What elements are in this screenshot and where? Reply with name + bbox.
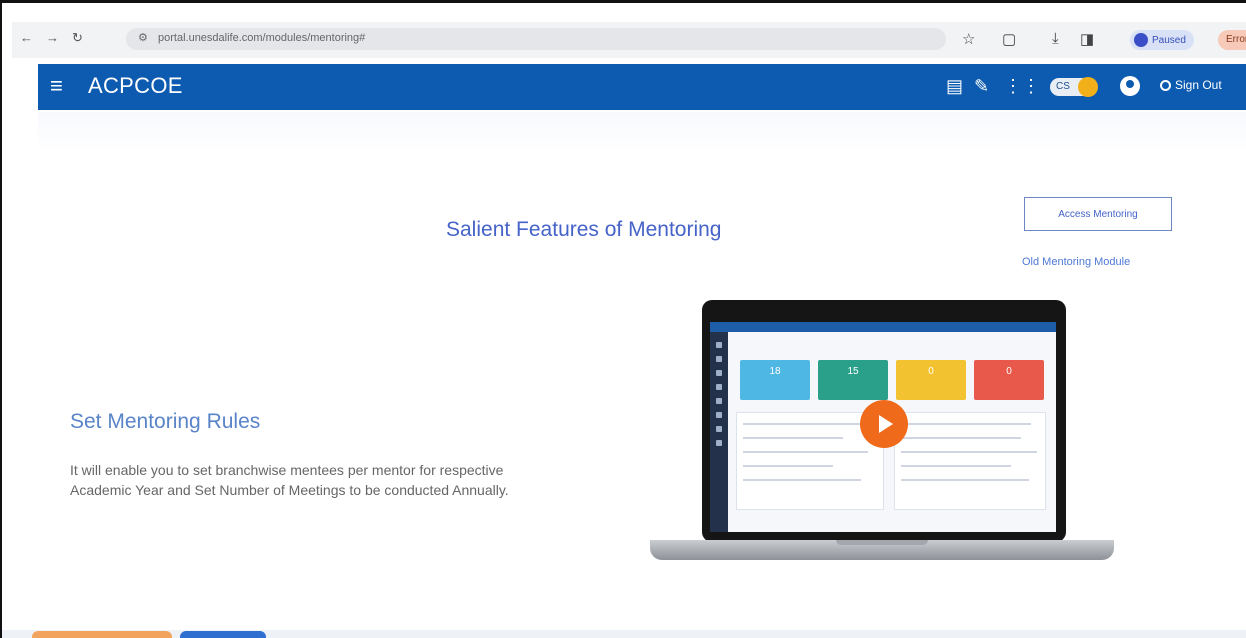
- mini-app-header: [710, 322, 1056, 332]
- bottom-tab-orange[interactable]: [32, 631, 172, 638]
- coin-icon: [1078, 77, 1098, 97]
- mini-sidebar-item: [716, 412, 722, 418]
- mini-text-line: [901, 437, 1021, 439]
- access-mentoring-button[interactable]: Access Mentoring: [1024, 197, 1172, 231]
- mini-sidebar-item: [716, 426, 722, 432]
- mini-stat-tile: 0: [896, 360, 966, 400]
- bottom-tab-blue[interactable]: [180, 631, 266, 638]
- feature-title: Set Mentoring Rules: [70, 410, 261, 433]
- mini-stat-value: 15: [847, 366, 859, 377]
- header-shadow-band: [38, 112, 1246, 152]
- mini-stat-value: 0: [928, 366, 934, 377]
- laptop-notch: [836, 540, 928, 545]
- mini-text-line: [901, 451, 1037, 453]
- mini-stat-tile: 18: [740, 360, 810, 400]
- mini-sidebar-item: [716, 356, 722, 362]
- mini-text-line: [743, 437, 843, 439]
- mini-panel-right: [894, 412, 1046, 510]
- mini-text-line: [743, 479, 861, 481]
- mini-stat-value: 18: [769, 366, 781, 377]
- sign-out-label: Sign Out: [1175, 78, 1222, 92]
- puzzle-icon[interactable]: ▢: [1002, 30, 1016, 48]
- sign-out-button[interactable]: Sign Out: [1160, 78, 1222, 92]
- mini-text-line: [901, 465, 1011, 467]
- forward-arrow-icon[interactable]: →: [46, 30, 59, 45]
- mini-text-line: [901, 479, 1029, 481]
- feature-description: It will enable you to set branchwise men…: [70, 462, 509, 498]
- mini-text-line: [901, 423, 1031, 425]
- page-heading: Salient Features of Mentoring: [446, 218, 722, 241]
- notes-icon[interactable]: ▤: [946, 76, 963, 97]
- address-bar[interactable]: ⚙ portal.unesdalife.com/modules/mentorin…: [126, 28, 946, 50]
- profile-paused-label: Paused: [1152, 34, 1186, 46]
- mini-stat-value: 0: [1006, 366, 1012, 377]
- hamburger-menu-icon[interactable]: ≡: [50, 75, 63, 97]
- mini-text-line: [743, 451, 868, 453]
- rocket-icon[interactable]: ✎: [974, 76, 989, 97]
- app-title: ACPCOE: [88, 73, 183, 98]
- mini-text-line: [743, 423, 863, 425]
- download-icon[interactable]: ⤓: [1052, 30, 1059, 47]
- app-header: ≡ ACPCOE ▤ ✎ ⋮⋮ CS Sign Out: [38, 64, 1246, 110]
- mini-stat-tile: 15: [818, 360, 888, 400]
- mini-sidebar: [710, 332, 728, 532]
- back-arrow-icon[interactable]: ←: [20, 30, 33, 45]
- mini-sidebar-item: [716, 384, 722, 390]
- site-info-icon[interactable]: ⚙: [138, 31, 148, 44]
- mini-stat-tile: 0: [974, 360, 1044, 400]
- browser-toolbar: ← → ↻ ⚙ portal.unesdalife.com/modules/me…: [12, 22, 1246, 58]
- star-icon[interactable]: ☆: [962, 30, 975, 48]
- mini-sidebar-item: [716, 342, 722, 348]
- apps-grid-icon[interactable]: ⋮⋮: [1004, 76, 1040, 97]
- play-icon[interactable]: [860, 400, 908, 448]
- user-account-icon[interactable]: [1120, 76, 1140, 96]
- old-mentoring-module-link[interactable]: Old Mentoring Module: [1022, 256, 1130, 268]
- profile-avatar: [1134, 33, 1148, 47]
- profile-paused-chip[interactable]: Paused: [1130, 30, 1194, 50]
- mini-text-line: [743, 465, 833, 467]
- side-panel-icon[interactable]: ◨: [1080, 30, 1094, 48]
- mini-sidebar-item: [716, 440, 722, 446]
- error-chip[interactable]: Error: [1218, 30, 1246, 50]
- reload-icon[interactable]: ↻: [72, 30, 83, 46]
- coins-badge-label: CS: [1056, 81, 1070, 92]
- power-icon: [1160, 79, 1171, 91]
- mini-sidebar-item: [716, 398, 722, 404]
- url-text[interactable]: portal.unesdalife.com/modules/mentoring#: [158, 32, 365, 44]
- mini-sidebar-item: [716, 370, 722, 376]
- coins-badge[interactable]: CS: [1050, 77, 1098, 97]
